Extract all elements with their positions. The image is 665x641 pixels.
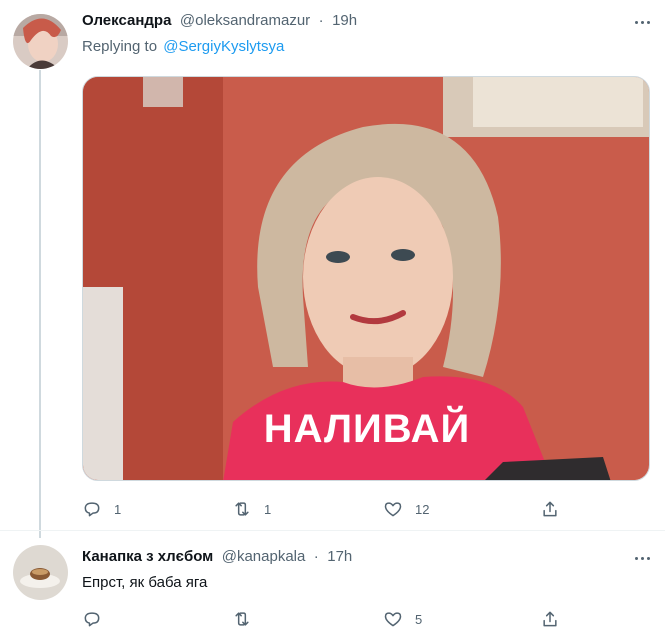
share-icon bbox=[543, 501, 557, 517]
reply-button[interactable]: 1 bbox=[82, 499, 121, 519]
retweet-icon bbox=[235, 612, 249, 626]
retweet-button[interactable]: 1 bbox=[232, 499, 271, 519]
timestamp[interactable]: 17h bbox=[327, 548, 352, 565]
retweet-count: 1 bbox=[264, 501, 272, 517]
thread-line bbox=[39, 70, 41, 538]
author-handle[interactable]: @oleksandramazur bbox=[180, 12, 310, 29]
like-count: 5 bbox=[415, 611, 423, 627]
like-button[interactable]: 12 bbox=[383, 499, 429, 519]
retweet-icon bbox=[235, 502, 249, 516]
avatar[interactable] bbox=[13, 14, 68, 69]
more-icon[interactable] bbox=[627, 12, 657, 32]
like-icon bbox=[384, 502, 402, 517]
share-button[interactable] bbox=[540, 499, 560, 519]
divider bbox=[0, 530, 665, 531]
more-icon[interactable] bbox=[627, 548, 657, 568]
replying-prefix: Replying to bbox=[82, 38, 158, 55]
separator: · bbox=[313, 548, 319, 565]
like-count: 12 bbox=[415, 501, 430, 517]
reply-icon bbox=[84, 502, 100, 517]
author-handle[interactable]: @kanapkala bbox=[222, 548, 306, 565]
like-button[interactable]: 5 bbox=[383, 609, 422, 629]
retweet-button[interactable] bbox=[232, 609, 252, 629]
tweet-text: Епрст, як баба яга bbox=[82, 574, 208, 591]
reply-icon bbox=[84, 612, 100, 627]
share-button[interactable] bbox=[540, 609, 560, 629]
image-caption: НАЛИВАЙ bbox=[263, 407, 471, 451]
reply-count: 1 bbox=[114, 501, 122, 517]
share-icon bbox=[543, 611, 557, 627]
tweet-image[interactable]: НАЛИВАЙ bbox=[82, 76, 650, 481]
timestamp[interactable]: 19h bbox=[332, 12, 357, 29]
avatar[interactable] bbox=[13, 545, 68, 600]
author-name[interactable]: Олександра bbox=[82, 12, 171, 29]
reply-button[interactable] bbox=[82, 609, 102, 629]
author-name[interactable]: Канапка з хлєбом bbox=[82, 548, 213, 565]
separator: · bbox=[318, 12, 324, 29]
like-icon bbox=[384, 612, 402, 627]
replying-to: Replying to @SergiyKyslytsya bbox=[82, 38, 284, 55]
replying-to-link[interactable]: @SergiyKyslytsya bbox=[163, 38, 284, 55]
